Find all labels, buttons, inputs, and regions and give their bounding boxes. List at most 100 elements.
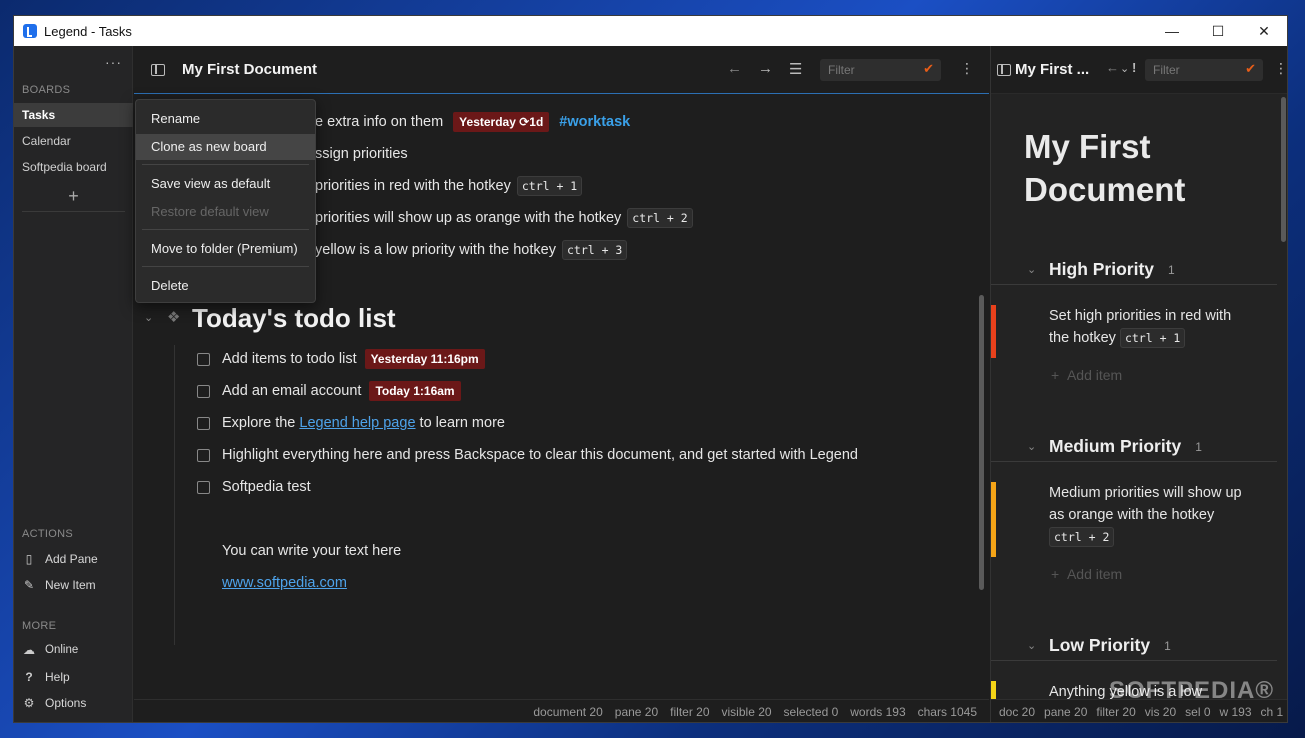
hotkey-badge: ctrl + 3 xyxy=(561,240,628,260)
add-pane-button[interactable]: ▯ Add Pane xyxy=(22,548,98,570)
todo-checkbox[interactable] xyxy=(197,448,210,462)
options-button[interactable]: ⚙ Options xyxy=(22,692,87,714)
list-item[interactable]: yellow is a low priority with the hotkey… xyxy=(315,239,628,261)
add-board-button[interactable]: + xyxy=(14,186,133,207)
todo-item[interactable]: Highlight everything here and press Back… xyxy=(197,444,858,466)
item-text: priorities in red with the hotkey xyxy=(315,178,511,194)
cloud-icon: ☁ xyxy=(23,643,35,657)
tag-worktask[interactable]: #worktask xyxy=(559,114,630,130)
todo-checkbox[interactable] xyxy=(197,384,210,398)
board-pane-title[interactable]: My First ... xyxy=(1015,61,1089,78)
title-bar: Legend - Tasks — ☐ ✕ xyxy=(14,16,1287,46)
date-badge[interactable]: Today 1:16am xyxy=(369,381,461,401)
date-badge[interactable]: Yesterday ⟳1d xyxy=(453,112,550,132)
help-button[interactable]: ? Help xyxy=(22,666,69,688)
toggle-panel-icon[interactable] xyxy=(997,64,1011,76)
todo-checkbox[interactable] xyxy=(197,352,210,366)
sidebar-item-softpedia-board[interactable]: Softpedia board xyxy=(14,155,133,179)
gear-icon: ⚙ xyxy=(23,696,35,710)
chevron-down-icon[interactable]: ⌄ xyxy=(1027,639,1049,652)
boards-heading: BOARDS xyxy=(22,84,71,96)
status-visible: vis 20 xyxy=(1144,705,1177,719)
item-text: e extra info on them xyxy=(315,114,444,130)
group-medium-priority[interactable]: ⌄ Medium Priority 1 xyxy=(991,432,1277,462)
group-low-priority[interactable]: ⌄ Low Priority 1 xyxy=(991,631,1277,661)
list-item[interactable]: priorities in red with the hotkey ctrl +… xyxy=(315,175,583,197)
window-title: Legend - Tasks xyxy=(44,23,132,39)
sidebar-item-tasks[interactable]: Tasks xyxy=(14,103,133,127)
list-item[interactable]: priorities will show up as orange with t… xyxy=(315,207,693,229)
group-count: 1 xyxy=(1164,638,1171,653)
close-button[interactable]: ✕ xyxy=(1241,16,1287,46)
board-card[interactable]: Set high priorities in red with the hotk… xyxy=(991,305,1277,367)
forward-arrow-icon[interactable]: → xyxy=(758,60,773,77)
chevron-down-icon[interactable]: ⌄ xyxy=(1027,440,1049,453)
chevron-down-icon[interactable]: ⌄ xyxy=(1120,62,1129,75)
group-high-priority[interactable]: ⌄ High Priority 1 xyxy=(991,255,1277,285)
filter-placeholder: Filter xyxy=(1153,63,1180,77)
minimize-button[interactable]: — xyxy=(1149,16,1195,46)
board-document-title: My First Document xyxy=(1024,125,1185,211)
todo-item[interactable]: Softpedia test xyxy=(197,476,311,498)
back-arrow-icon[interactable]: ← xyxy=(727,60,742,77)
checkmark-icon[interactable]: ✔ xyxy=(1245,61,1256,77)
menu-item-save-view-default[interactable]: Save view as default xyxy=(136,171,315,197)
list-item[interactable]: e extra info on them Yesterday ⟳1d #work… xyxy=(315,111,630,133)
todo-item[interactable]: Add an email account Today 1:16am xyxy=(197,380,461,402)
list-item[interactable]: ssign priorities xyxy=(315,143,408,165)
softpedia-link[interactable]: www.softpedia.com xyxy=(222,575,347,591)
actions-heading: ACTIONS xyxy=(22,528,73,540)
more-options-icon[interactable]: ⋮ xyxy=(1274,60,1287,77)
maximize-button[interactable]: ☐ xyxy=(1195,16,1241,46)
vertical-scrollbar[interactable] xyxy=(1281,97,1286,242)
more-options-icon[interactable]: ⋮ xyxy=(960,60,974,77)
sidebar-menu-icon[interactable]: ··· xyxy=(105,54,122,70)
todo-checkbox[interactable] xyxy=(197,416,210,430)
todo-text: Softpedia test xyxy=(222,479,311,495)
note-text[interactable]: You can write your text here xyxy=(222,540,401,562)
online-button[interactable]: ☁ Online xyxy=(22,639,78,661)
menu-item-rename[interactable]: Rename xyxy=(136,106,315,132)
back-arrow-icon[interactable]: ← xyxy=(1106,60,1119,75)
question-icon: ? xyxy=(25,670,33,684)
status-doc: doc 20 xyxy=(999,705,1036,719)
vertical-scrollbar[interactable] xyxy=(979,295,984,590)
menu-item-move-to-folder[interactable]: Move to folder (Premium) xyxy=(136,236,315,262)
status-visible: visible 20 xyxy=(721,705,772,719)
priority-icon[interactable]: ! xyxy=(1132,60,1136,75)
todo-text: Explore the xyxy=(222,415,300,431)
hotkey-badge: ctrl + 2 xyxy=(627,208,693,228)
menu-item-clone-board[interactable]: Clone as new board xyxy=(136,134,315,160)
status-chars: chars 1045 xyxy=(917,705,977,719)
new-item-button[interactable]: ✎ New Item xyxy=(22,574,96,596)
collapse-chevron-icon[interactable]: ⌄ xyxy=(144,311,153,324)
menu-item-delete[interactable]: Delete xyxy=(136,273,315,299)
chevron-down-icon[interactable]: ⌄ xyxy=(1027,263,1049,276)
todo-text: Add an email account xyxy=(222,383,362,399)
sidebar: ··· BOARDS Tasks Calendar Softpedia boar… xyxy=(14,46,133,722)
options-label: Options xyxy=(45,696,87,710)
board-context-menu: Rename Clone as new board Save view as d… xyxy=(135,99,316,303)
priority-bar xyxy=(991,305,996,358)
drag-handle-icon[interactable]: ❖ xyxy=(167,308,180,326)
status-filter: filter 20 xyxy=(1096,705,1136,719)
add-item-label: Add item xyxy=(1066,367,1123,383)
priority-bar xyxy=(991,681,996,699)
board-filter-input[interactable]: Filter ✔ xyxy=(1145,59,1263,81)
todo-item[interactable]: Add items to todo list Yesterday 11:16pm xyxy=(197,348,485,370)
todo-item[interactable]: Explore the Legend help page to learn mo… xyxy=(197,412,505,434)
add-item-button[interactable]: + Add item xyxy=(1051,367,1122,383)
date-badge[interactable]: Yesterday 11:16pm xyxy=(364,349,485,369)
document-title[interactable]: My First Document xyxy=(182,61,317,78)
status-words: w 193 xyxy=(1219,705,1252,719)
checkmark-icon[interactable]: ✔ xyxy=(923,61,934,77)
filter-input[interactable]: Filter ✔ xyxy=(820,59,941,81)
list-view-icon[interactable]: ☰ xyxy=(789,60,802,78)
toggle-sidebar-icon[interactable] xyxy=(151,64,165,76)
todo-checkbox[interactable] xyxy=(197,480,210,494)
heading-todo-list[interactable]: Today's todo list xyxy=(192,303,396,334)
sidebar-item-calendar[interactable]: Calendar xyxy=(14,129,133,153)
legend-help-link[interactable]: Legend help page xyxy=(299,415,415,431)
add-item-button[interactable]: + Add item xyxy=(1051,566,1122,582)
board-card[interactable]: Medium priorities will show up as orange… xyxy=(991,482,1277,562)
